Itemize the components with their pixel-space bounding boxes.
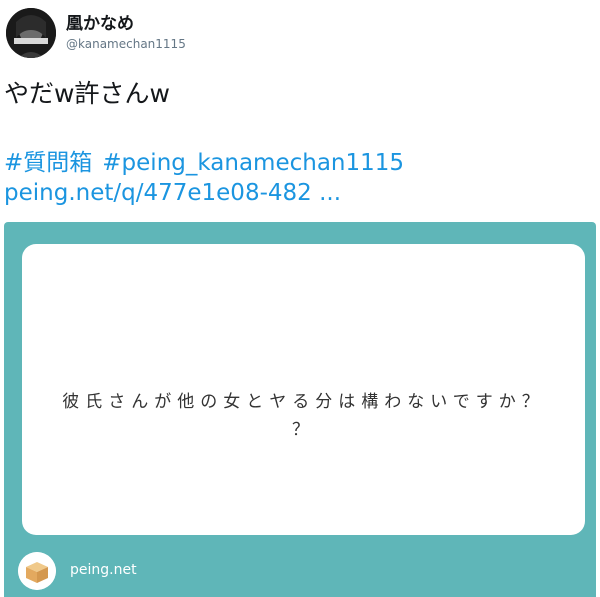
tweet-text: やだw許さんw xyxy=(4,79,170,108)
hashtag-link[interactable]: #質問箱 xyxy=(4,150,92,176)
question-box: 彼氏さんが他の女とヤる分は構わないですか？ ？ xyxy=(22,244,585,535)
tweet-link[interactable]: peing.net/q/477e1e08-482 ... xyxy=(4,180,341,206)
hashtag-line: #質問箱 #peing_kanamechan1115 xyxy=(4,143,414,177)
link-card[interactable]: 彼氏さんが他の女とヤる分は構わないですか？ ？ peing.net xyxy=(4,222,596,597)
question-line: ？ xyxy=(292,420,315,440)
avatar[interactable] xyxy=(6,8,56,58)
question-line: 彼氏さんが他の女とヤる分は構わないですか？ xyxy=(62,392,545,412)
peing-box-icon xyxy=(18,552,56,590)
user-handle[interactable]: @kanamechan1115 xyxy=(66,37,186,51)
hashtag-link[interactable]: #peing_kanamechan1115 xyxy=(102,150,404,176)
card-source-label: peing.net xyxy=(70,562,137,578)
question-text: 彼氏さんが他の女とヤる分は構わないですか？ ？ xyxy=(22,388,585,444)
display-name[interactable]: 凰かなめ xyxy=(66,9,134,34)
